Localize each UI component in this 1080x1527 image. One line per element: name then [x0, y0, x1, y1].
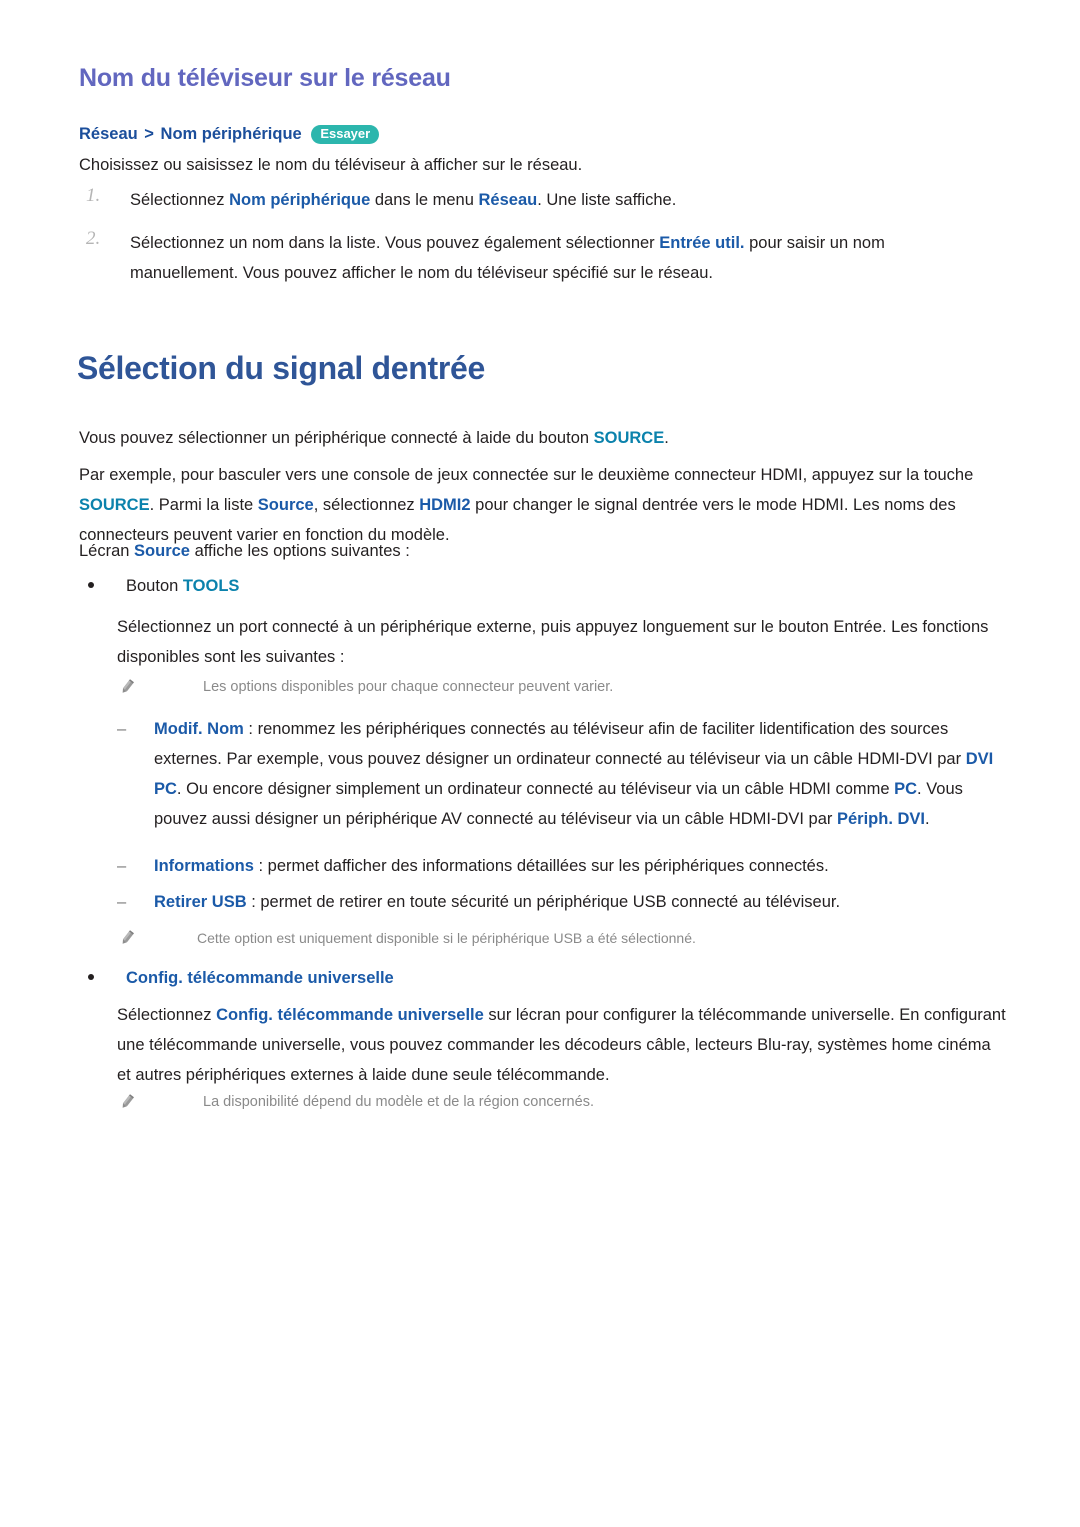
keyword-teal: TOOLS	[182, 577, 240, 595]
breadcrumb-separator: >	[144, 125, 154, 143]
note-row: Cette option est uniquement disponible s…	[117, 925, 987, 951]
keyword-blue: Modif. Nom	[154, 720, 244, 738]
keyword-blue: Config. télécommande universelle	[216, 1006, 484, 1024]
list-item: – Modif. Nom : renommez les périphérique…	[117, 714, 1002, 834]
list-item: – Informations : permet dafficher des in…	[117, 851, 1002, 881]
keyword-blue: Source	[134, 542, 190, 560]
pencil-icon	[117, 677, 137, 697]
list-marker: 1.	[86, 185, 101, 206]
paragraph-source-button: Vous pouvez sélectionner un périphérique…	[79, 423, 999, 453]
text-run: Lécran	[79, 542, 135, 560]
sub-item-text: Modif. Nom : renommez les périphériques …	[154, 714, 1002, 834]
dash-marker: –	[117, 893, 127, 911]
keyword-blue: HDMI2	[419, 496, 471, 514]
list-item: 2. Sélectionnez un nom dans la liste. Vo…	[86, 228, 976, 288]
try-it-badge[interactable]: Essayer	[311, 125, 380, 144]
breadcrumb: Réseau > Nom périphérique Essayer	[79, 123, 380, 145]
bullet-tools-label: Bouton TOOLS	[126, 571, 968, 601]
text-run: : renommez les périphériques connectés a…	[154, 720, 966, 768]
dash-marker: –	[117, 720, 127, 738]
dash-marker: –	[117, 857, 127, 875]
keyword-blue: PC	[894, 780, 918, 798]
network-name-intro: Choisissez ou saisissez le nom du télévi…	[79, 156, 583, 174]
sub-item-text: Informations : permet dafficher des info…	[154, 851, 1002, 881]
universal-remote-description: Sélectionnez Config. télécommande univer…	[117, 1000, 1007, 1090]
keyword-blue: Entrée util.	[659, 234, 745, 252]
sub-item-text: Retirer USB : permet de retirer en toute…	[154, 887, 1002, 917]
step-text: Sélectionnez Nom périphérique dans le me…	[130, 185, 986, 215]
text-run: affiche les options suivantes :	[189, 542, 410, 560]
paragraph-source-options: Lécran Source affiche les options suivan…	[79, 536, 979, 566]
keyword-blue: Informations	[154, 857, 254, 875]
step-text: Sélectionnez un nom dans la liste. Vous …	[130, 228, 976, 288]
manual-page: Nom du téléviseur sur le réseau Réseau >…	[0, 0, 1080, 1527]
note-row: La disponibilité dépend du modèle et de …	[117, 1089, 987, 1115]
breadcrumb-root[interactable]: Réseau	[79, 125, 138, 143]
note-text: Cette option est uniquement disponible s…	[197, 930, 696, 946]
text-run: .	[925, 810, 930, 828]
pencil-icon	[117, 928, 137, 948]
list-item: – Retirer USB : permet de retirer en tou…	[117, 887, 1002, 917]
text-run: . Une liste saffiche.	[537, 191, 677, 209]
text-run: . Parmi la liste	[149, 496, 258, 514]
text-run: Sélectionnez un nom dans la liste. Vous …	[130, 234, 660, 252]
text-run: . Ou encore désigner simplement un ordin…	[176, 780, 895, 798]
breadcrumb-leaf[interactable]: Nom périphérique	[161, 125, 302, 143]
list-item: Bouton TOOLS	[88, 571, 968, 601]
bullet-icon	[88, 582, 94, 588]
text-run: Sélectionnez	[117, 1006, 217, 1024]
text-run: , sélectionnez	[313, 496, 420, 514]
bullet-universal-remote-label: Config. télécommande universelle	[126, 963, 968, 993]
text-run: : permet dafficher des informations déta…	[253, 857, 829, 875]
text-run: Sélectionnez	[130, 191, 230, 209]
section-heading: Nom du téléviseur sur le réseau	[79, 64, 451, 92]
text-run: Vous pouvez sélectionner un périphérique…	[79, 429, 594, 447]
tools-description: Sélectionnez un port connecté à un périp…	[117, 618, 989, 666]
pencil-icon	[117, 1092, 137, 1112]
keyword-blue: Périph. DVI	[837, 810, 926, 828]
text-run: : permet de retirer en toute sécurité un…	[246, 893, 841, 911]
text-run: Par exemple, pour basculer vers une cons…	[79, 466, 974, 484]
bullet-icon	[88, 974, 94, 980]
list-item: Config. télécommande universelle	[88, 963, 968, 993]
keyword-blue: Nom périphérique	[229, 191, 371, 209]
note-text: La disponibilité dépend du modèle et de …	[203, 1094, 594, 1110]
list-marker: 2.	[86, 228, 101, 249]
text-run: dans le menu	[370, 191, 479, 209]
keyword-blue: Réseau	[478, 191, 538, 209]
keyword-blue: Config. télécommande universelle	[126, 969, 394, 987]
keyword-teal: SOURCE	[593, 429, 665, 447]
keyword-blue: Source	[257, 496, 314, 514]
text-run: .	[664, 429, 669, 447]
keyword-teal: SOURCE	[79, 496, 150, 514]
text-run: Bouton	[126, 577, 183, 595]
note-text: Les options disponibles pour chaque conn…	[203, 679, 614, 695]
keyword-blue: Retirer USB	[154, 893, 247, 911]
list-item: 1. Sélectionnez Nom périphérique dans le…	[86, 185, 986, 215]
note-row: Les options disponibles pour chaque conn…	[117, 674, 987, 700]
page-title: Sélection du signal dentrée	[77, 350, 485, 386]
